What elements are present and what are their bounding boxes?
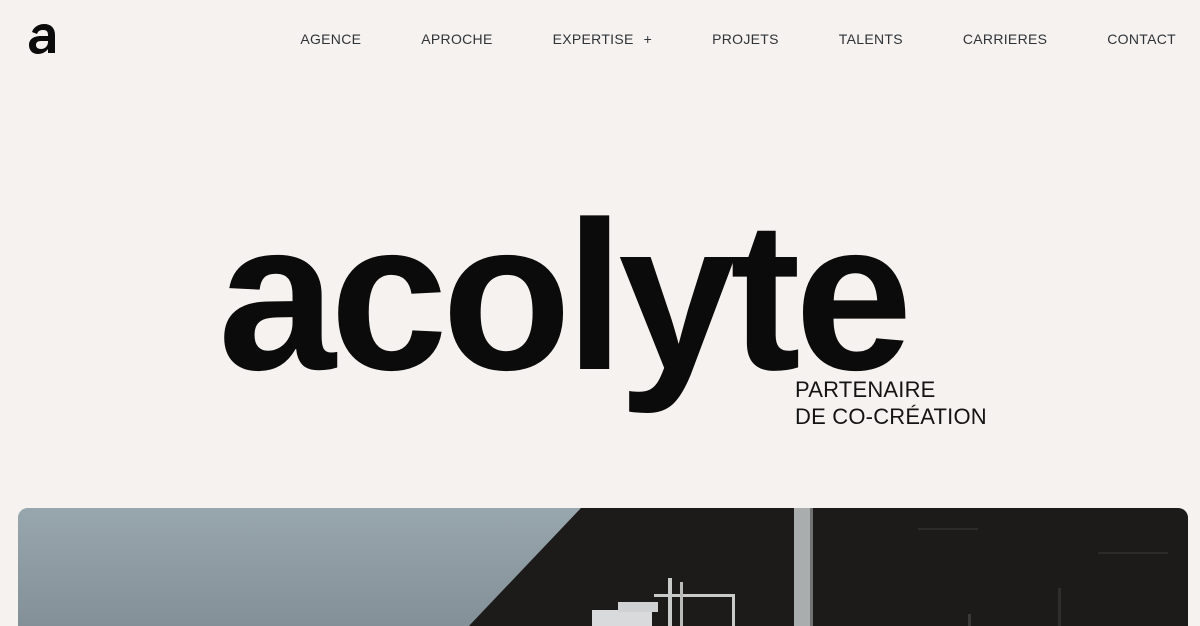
nav-item-agence[interactable]: AGENCE — [300, 30, 361, 48]
tagline-line-1: PARTENAIRE — [795, 377, 936, 402]
nav-item-expertise[interactable]: EXPERTISE + — [553, 30, 653, 48]
nav-item-carrieres[interactable]: CARRIERES — [963, 30, 1047, 48]
logo-glyph — [29, 24, 55, 54]
plus-icon: + — [643, 31, 653, 47]
tagline-line-2: DE CO-CRÉATION — [795, 404, 987, 429]
hero-wordmark: acolyte — [218, 177, 913, 414]
hero-tagline: PARTENAIRE DE CO-CRÉATION — [795, 376, 987, 430]
page: AGENCE APROCHE EXPERTISE + PROJETS TALEN… — [0, 0, 1200, 626]
acolyte-a-logo-icon[interactable] — [28, 22, 58, 56]
nav-item-talents[interactable]: TALENTS — [839, 30, 903, 48]
main-nav: AGENCE APROCHE EXPERTISE + PROJETS TALEN… — [300, 30, 1176, 48]
building-photo-image — [18, 508, 1188, 626]
nav-item-contact[interactable]: CONTACT — [1107, 30, 1176, 48]
hero-photo — [18, 508, 1188, 626]
nav-item-expertise-label: EXPERTISE — [552, 31, 634, 47]
nav-item-projets[interactable]: PROJETS — [712, 30, 779, 48]
nav-item-aproche[interactable]: APROCHE — [421, 30, 492, 48]
